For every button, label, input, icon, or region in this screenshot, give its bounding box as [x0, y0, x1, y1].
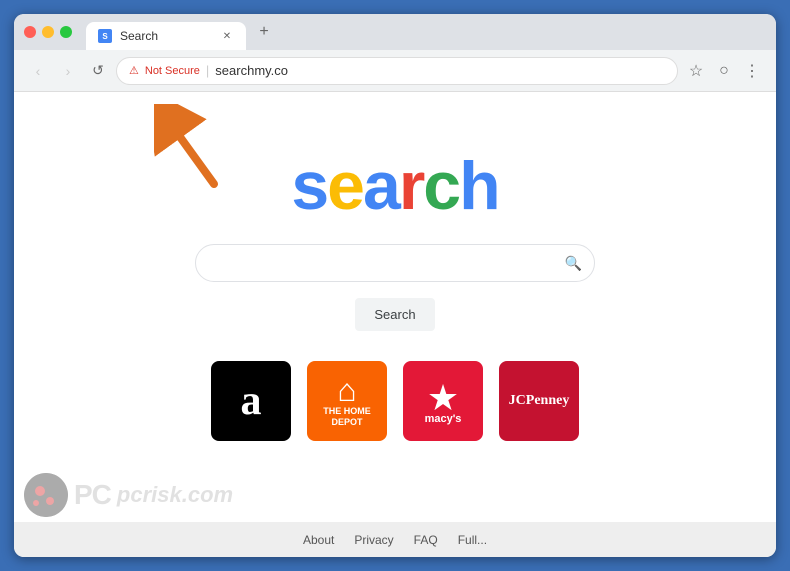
home-depot-text: THE HOMEDEPOT: [323, 406, 371, 428]
traffic-lights: [24, 26, 72, 38]
new-tab-button[interactable]: +: [250, 18, 278, 46]
page-content: search 🔍 Search a ⌂ THE HOMEDEPOT: [14, 92, 776, 557]
pcrisk-text: PC: [74, 479, 111, 511]
refresh-button[interactable]: ↺: [86, 59, 110, 83]
logo-r: r: [399, 148, 423, 224]
maximize-button[interactable]: [60, 26, 72, 38]
search-button[interactable]: Search: [355, 298, 434, 331]
menu-button[interactable]: ⋮: [740, 59, 764, 83]
search-input[interactable]: [208, 255, 565, 271]
page-footer: About Privacy FAQ Full...: [14, 522, 776, 557]
jcpenney-logo[interactable]: JCPenney: [499, 361, 579, 441]
pcrisk-logo: [24, 473, 68, 517]
tab-title: Search: [120, 29, 212, 43]
toolbar-icons: ☆ ○ ⋮: [684, 59, 764, 83]
address-divider: |: [206, 63, 209, 78]
logo-c: c: [423, 148, 459, 224]
close-button[interactable]: [24, 26, 36, 38]
logo-h: h: [459, 148, 499, 224]
logo-a: a: [363, 148, 399, 224]
active-tab[interactable]: S Search ✕: [86, 22, 246, 50]
address-field[interactable]: ⚠ Not Secure | searchmy.co: [116, 57, 678, 85]
macys-logo[interactable]: ★ macy's: [403, 361, 483, 441]
forward-button[interactable]: ›: [56, 59, 80, 83]
logo-e: e: [327, 148, 363, 224]
logo-s: s: [291, 148, 327, 224]
footer-full[interactable]: Full...: [458, 533, 487, 547]
footer-faq[interactable]: FAQ: [414, 533, 438, 547]
pcrisk-domain: pcrisk.com: [117, 482, 233, 508]
address-bar: ‹ › ↺ ⚠ Not Secure | searchmy.co ☆ ○ ⋮: [14, 50, 776, 92]
not-secure-label: Not Secure: [145, 65, 200, 77]
search-box[interactable]: 🔍: [195, 244, 595, 282]
macys-text: macy's: [425, 413, 462, 425]
jcpenney-text: JCPenney: [509, 393, 570, 409]
search-icon-button[interactable]: 🔍: [565, 255, 582, 272]
footer-about[interactable]: About: [303, 533, 334, 547]
amazon-icon: a: [241, 377, 262, 425]
tab-area: S Search ✕ +: [86, 14, 766, 50]
user-button[interactable]: ○: [712, 59, 736, 83]
sponsor-logos: a ⌂ THE HOMEDEPOT ★ macy's JCPenney: [211, 361, 579, 441]
footer-privacy[interactable]: Privacy: [354, 533, 393, 547]
title-bar: S Search ✕ +: [14, 14, 776, 50]
amazon-logo[interactable]: a: [211, 361, 291, 441]
pcrisk-watermark: PC pcrisk.com: [24, 473, 233, 517]
address-url: searchmy.co: [215, 63, 288, 78]
tab-favicon: S: [98, 29, 112, 43]
browser-window: S Search ✕ + ‹ › ↺ ⚠ Not Secure | search…: [14, 14, 776, 557]
security-icon: ⚠: [129, 64, 139, 77]
search-logo: search: [291, 152, 498, 220]
home-depot-logo[interactable]: ⌂ THE HOMEDEPOT: [307, 361, 387, 441]
home-depot-icon: ⌂: [337, 374, 356, 406]
security-warning-arrow: [154, 104, 244, 199]
tab-close-button[interactable]: ✕: [220, 29, 234, 43]
minimize-button[interactable]: [42, 26, 54, 38]
back-button[interactable]: ‹: [26, 59, 50, 83]
bookmark-button[interactable]: ☆: [684, 59, 708, 83]
